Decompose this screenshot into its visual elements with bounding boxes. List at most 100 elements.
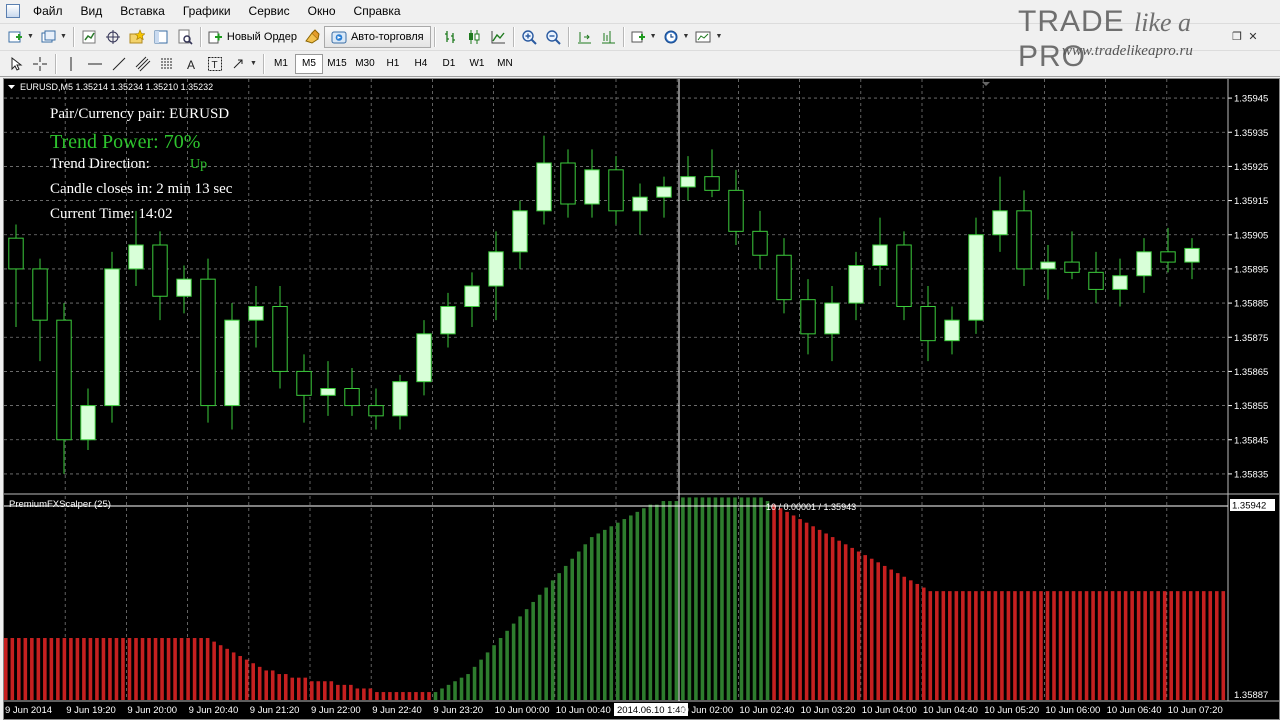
profiles-button[interactable]: ▼ <box>37 26 70 48</box>
timeframe-m30[interactable]: M30 <box>351 54 379 74</box>
histogram-bar-down <box>850 547 854 700</box>
text-label-button[interactable]: T <box>203 53 227 75</box>
periods-button[interactable]: ▼ <box>660 26 693 48</box>
bar-chart-button[interactable] <box>438 26 462 48</box>
histogram-bar-up <box>583 544 588 700</box>
price-axis-label: 1.35875 <box>1234 333 1268 344</box>
horizontal-line-button[interactable] <box>83 53 107 75</box>
templates-button[interactable]: ▼ <box>692 26 725 48</box>
auto-trading-button[interactable]: Авто-торговля <box>323 25 431 48</box>
equidistant-channel-button[interactable] <box>131 53 155 75</box>
chart-shift-button[interactable] <box>596 26 620 48</box>
magnifier-document-icon <box>177 29 193 45</box>
menu-view[interactable]: Вид <box>74 0 114 22</box>
zoom-out-button[interactable] <box>541 26 565 48</box>
chart-window[interactable]: 1.35945 1.35935 1.35925 1.35915 1.35905 1.358… <box>3 78 1280 720</box>
price-axis-label: 1.35885 <box>1234 299 1268 310</box>
menu-help[interactable]: Справка <box>347 0 412 22</box>
bull-candle <box>392 381 408 417</box>
text-tool-button[interactable]: A <box>179 53 203 75</box>
menu-charts[interactable]: Графики <box>176 0 242 22</box>
histogram-bar-down <box>778 508 783 700</box>
histogram-bar-down <box>173 638 177 700</box>
histogram-bar-down <box>895 573 900 700</box>
histogram-bar-down <box>948 591 952 700</box>
terminal-button[interactable] <box>149 26 173 48</box>
line-chart-button[interactable] <box>486 26 510 48</box>
timeframe-w1[interactable]: W1 <box>463 54 491 74</box>
bear-candle <box>1016 210 1032 270</box>
new-chart-button[interactable]: ▼ <box>4 26 37 48</box>
timeframe-m15[interactable]: M15 <box>323 54 351 74</box>
histogram-bar-up <box>472 666 477 700</box>
histogram-bar-up <box>733 497 737 700</box>
candlestick-icon <box>466 29 482 45</box>
histogram-bar-down <box>922 587 926 700</box>
logo-title: TRADE like a PRO <box>1018 5 1243 74</box>
timeframe-d1[interactable]: D1 <box>435 54 463 74</box>
zoom-in-button[interactable] <box>517 26 541 48</box>
timeframe-m5[interactable]: M5 <box>294 53 323 74</box>
bull-candle <box>512 210 528 253</box>
menu-tools[interactable]: Сервис <box>242 0 301 22</box>
chevron-down-icon: ▼ <box>682 33 690 40</box>
price-axis-label: 1.35895 <box>1234 264 1268 275</box>
metaeditor-button[interactable] <box>300 26 324 48</box>
histogram-bar-down <box>1136 591 1141 700</box>
new-order-label: Новый Ордер <box>226 30 297 43</box>
restore-window-icon[interactable]: ❐ <box>1230 30 1244 44</box>
menu-file[interactable]: Файл <box>26 0 74 22</box>
histogram-bar-down <box>75 638 80 700</box>
bull-candle <box>632 196 648 212</box>
histogram-bar-down <box>69 638 73 700</box>
indicators-button[interactable]: ▼ <box>627 26 660 48</box>
timeframe-h1[interactable]: H1 <box>379 54 407 74</box>
candlestick-chart-button[interactable] <box>462 26 486 48</box>
strategy-tester-button[interactable] <box>173 26 197 48</box>
logo-url: www.tradelikeapro.ru <box>1062 43 1193 59</box>
histogram-bar-up <box>629 515 633 700</box>
histogram-bar-down <box>1201 591 1206 700</box>
navigator-button[interactable] <box>125 26 149 48</box>
data-window-button[interactable] <box>101 26 125 48</box>
close-window-icon[interactable]: ✕ <box>1246 30 1260 44</box>
channel-icon <box>135 56 151 72</box>
histogram-bar-down <box>134 638 138 700</box>
time-axis-label: 10 Jun 07:20 <box>1168 705 1223 716</box>
vertical-line-button[interactable] <box>59 53 83 75</box>
histogram-bar-down <box>121 638 125 700</box>
bear-candle <box>728 189 744 232</box>
price-chart[interactable]: 1.35945 1.35935 1.35925 1.35915 1.35905 1.358… <box>4 79 1279 719</box>
histogram-bar-down <box>316 681 321 700</box>
auto-scroll-button[interactable] <box>572 26 596 48</box>
histogram-bar-down <box>336 684 340 700</box>
fibonacci-button[interactable] <box>155 53 179 75</box>
crosshair-tool-button[interactable] <box>28 53 52 75</box>
bear-candle <box>152 244 168 297</box>
histogram-bar-up <box>563 565 568 700</box>
bull-candle <box>128 244 144 270</box>
bull-candle <box>872 244 888 266</box>
time-axis-label: 9 Jun 19:20 <box>66 705 116 716</box>
timeframe-m1[interactable]: M1 <box>267 54 295 74</box>
histogram-bar-down <box>4 638 8 700</box>
cursor-tool-button[interactable] <box>4 53 28 75</box>
histogram-bar-down <box>166 638 171 700</box>
new-order-button[interactable]: Новый Ордер <box>204 26 300 48</box>
menu-window[interactable]: Окно <box>301 0 347 22</box>
market-watch-button[interactable] <box>77 26 101 48</box>
menu-insert[interactable]: Вставка <box>113 0 176 22</box>
histogram-bar-down <box>381 692 386 700</box>
timeframe-mn[interactable]: MN <box>491 54 519 74</box>
timeframe-h4[interactable]: H4 <box>407 54 435 74</box>
trendline-button[interactable] <box>107 53 131 75</box>
histogram-bar-down <box>902 576 907 700</box>
histogram-bar-down <box>30 638 34 700</box>
indicators-icon <box>630 29 646 45</box>
histogram-bar-down <box>941 591 946 700</box>
histogram-bar-down <box>179 638 184 700</box>
toolbar-separator <box>433 26 435 47</box>
histogram-bar-down <box>407 692 412 700</box>
window-panel-icon <box>153 29 169 45</box>
arrows-button[interactable]: ▼ <box>227 53 260 75</box>
